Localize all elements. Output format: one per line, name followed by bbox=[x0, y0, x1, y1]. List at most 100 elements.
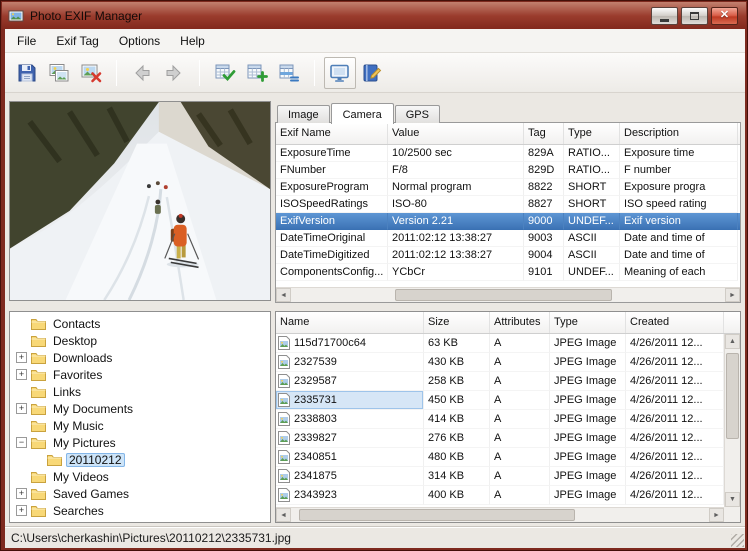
scroll-thumb[interactable] bbox=[299, 509, 575, 521]
file-row-2335731[interactable]: 2335731450 KBAJPEG Image4/26/2011 12... bbox=[276, 391, 724, 410]
scroll-up-button[interactable]: ▲ bbox=[725, 334, 740, 349]
tree-expander-expanded[interactable]: − bbox=[16, 437, 27, 448]
tree-expander-collapsed[interactable]: + bbox=[16, 352, 27, 363]
remove-exif-button[interactable] bbox=[75, 57, 107, 89]
scroll-left-button[interactable]: ◄ bbox=[276, 508, 291, 522]
tree-item-my-pictures[interactable]: − My Pictures bbox=[10, 434, 270, 451]
tree-item-searches[interactable]: + Searches bbox=[10, 502, 270, 519]
tab-strip: ImageCameraGPS bbox=[277, 101, 441, 123]
file-table-header: NameSizeAttributesTypeCreated bbox=[276, 312, 740, 334]
file-cell-attributes: A bbox=[490, 391, 550, 410]
exif-column-header-exif-name[interactable]: Exif Name bbox=[276, 123, 388, 144]
folder-tree: Contacts Desktop+ Downloads+ Favorites L… bbox=[9, 311, 271, 523]
exif-table-row[interactable]: ExposureTime10/2500 sec829ARATIO...Expos… bbox=[276, 145, 740, 162]
next-photo-button[interactable] bbox=[158, 57, 190, 89]
menu-item-exif-tag[interactable]: Exif Tag bbox=[46, 29, 108, 52]
file-row-2341875[interactable]: 2341875314 KBAJPEG Image4/26/2011 12... bbox=[276, 467, 724, 486]
tree-item-saved-games[interactable]: + Saved Games bbox=[10, 485, 270, 502]
file-row-2343923[interactable]: 2343923400 KBAJPEG Image4/26/2011 12... bbox=[276, 486, 724, 505]
tree-item-contacts[interactable]: Contacts bbox=[10, 315, 270, 332]
exif-table-row[interactable]: DateTimeDigitized2011:02:12 13:38:279004… bbox=[276, 247, 740, 264]
exif-table-header: Exif NameValueTagTypeDescription bbox=[276, 123, 740, 145]
scroll-left-button[interactable]: ◄ bbox=[276, 288, 291, 302]
viewer-button[interactable] bbox=[324, 57, 356, 89]
exif-cell-type: RATIO... bbox=[564, 162, 620, 179]
file-row-115d71700c64[interactable]: 115d71700c6463 KBAJPEG Image4/26/2011 12… bbox=[276, 334, 724, 353]
exif-cell-tag: 9101 bbox=[524, 264, 564, 281]
scroll-track[interactable] bbox=[291, 508, 709, 522]
exif-column-header-type[interactable]: Type bbox=[564, 123, 620, 144]
title-bar[interactable]: Photo EXIF Manager ✕ bbox=[2, 2, 746, 29]
scroll-track[interactable] bbox=[291, 288, 725, 302]
tree-item-my-music[interactable]: My Music bbox=[10, 417, 270, 434]
tree-item-downloads[interactable]: + Downloads bbox=[10, 349, 270, 366]
scroll-thumb[interactable] bbox=[726, 353, 739, 439]
file-column-header-type[interactable]: Type bbox=[550, 312, 626, 333]
file-column-header-attributes[interactable]: Attributes bbox=[490, 312, 550, 333]
exif-table-row[interactable]: ExposureProgramNormal program8822SHORTEx… bbox=[276, 179, 740, 196]
file-table-body: 115d71700c6463 KBAJPEG Image4/26/2011 12… bbox=[276, 334, 724, 507]
tree-expander-collapsed[interactable]: + bbox=[16, 505, 27, 516]
help-button[interactable] bbox=[356, 57, 388, 89]
exif-hscrollbar[interactable]: ◄ ► bbox=[276, 287, 740, 302]
exif-cell-type: ASCII bbox=[564, 230, 620, 247]
tree-expander-collapsed[interactable]: + bbox=[16, 369, 27, 380]
scroll-right-button[interactable]: ► bbox=[709, 508, 724, 522]
exif-cell-tag: 9000 bbox=[524, 213, 564, 230]
maximize-button[interactable] bbox=[681, 7, 708, 25]
resize-grip[interactable] bbox=[731, 534, 744, 547]
previous-photo-button[interactable] bbox=[126, 57, 158, 89]
tree-item-links[interactable]: Links bbox=[10, 383, 270, 400]
menu-item-options[interactable]: Options bbox=[109, 29, 170, 52]
caption-buttons: ✕ bbox=[651, 7, 738, 25]
tab-image[interactable]: Image bbox=[277, 105, 330, 123]
tree-item-20110212[interactable]: 20110212 bbox=[10, 451, 270, 468]
file-row-2340851[interactable]: 2340851480 KBAJPEG Image4/26/2011 12... bbox=[276, 448, 724, 467]
status-bar: C:\Users\cherkashin\Pictures\20110212\23… bbox=[5, 526, 745, 548]
scroll-thumb[interactable] bbox=[395, 289, 612, 301]
exif-column-header-description[interactable]: Description bbox=[620, 123, 738, 144]
save-exif-button[interactable] bbox=[11, 57, 43, 89]
tab-gps[interactable]: GPS bbox=[395, 105, 440, 123]
exif-column-header-tag[interactable]: Tag bbox=[524, 123, 564, 144]
file-row-2329587[interactable]: 2329587258 KBAJPEG Image4/26/2011 12... bbox=[276, 372, 724, 391]
scroll-right-button[interactable]: ► bbox=[725, 288, 740, 302]
file-column-header-size[interactable]: Size bbox=[424, 312, 490, 333]
file-row-2338803[interactable]: 2338803414 KBAJPEG Image4/26/2011 12... bbox=[276, 410, 724, 429]
menu-item-file[interactable]: File bbox=[7, 29, 46, 52]
scroll-down-button[interactable]: ▼ bbox=[725, 492, 740, 507]
file-column-header-name[interactable]: Name bbox=[276, 312, 424, 333]
jpeg-file-icon bbox=[278, 412, 290, 426]
minimize-button[interactable] bbox=[651, 7, 678, 25]
file-column-header-created[interactable]: Created bbox=[626, 312, 724, 333]
exif-list-button[interactable] bbox=[273, 57, 305, 89]
file-row-2327539[interactable]: 2327539430 KBAJPEG Image4/26/2011 12... bbox=[276, 353, 724, 372]
tree-item-favorites[interactable]: + Favorites bbox=[10, 366, 270, 383]
tab-camera[interactable]: Camera bbox=[331, 103, 394, 124]
scroll-track[interactable] bbox=[725, 349, 740, 492]
apply-exif-button[interactable] bbox=[209, 57, 241, 89]
tree-item-my-videos[interactable]: My Videos bbox=[10, 468, 270, 485]
exif-table-row[interactable]: FNumberF/8829DRATIO...F number bbox=[276, 162, 740, 179]
tree-expander-collapsed[interactable]: + bbox=[16, 403, 27, 414]
tree-item-label: Searches bbox=[50, 504, 107, 518]
exif-table-row[interactable]: ComponentsConfig...YCbCr9101UNDEF...Mean… bbox=[276, 264, 740, 281]
menu-item-help[interactable]: Help bbox=[170, 29, 215, 52]
exif-column-header-value[interactable]: Value bbox=[388, 123, 524, 144]
grid-check-icon bbox=[213, 61, 237, 85]
close-button[interactable]: ✕ bbox=[711, 7, 738, 25]
folder-icon bbox=[31, 385, 46, 398]
exif-table-row[interactable]: ExifVersionVersion 2.219000UNDEF...Exif … bbox=[276, 213, 740, 230]
tree-expander-collapsed[interactable]: + bbox=[16, 488, 27, 499]
file-vscrollbar[interactable]: ▲ ▼ bbox=[724, 334, 740, 507]
tree-item-desktop[interactable]: Desktop bbox=[10, 332, 270, 349]
exif-cell-value: 2011:02:12 13:38:27 bbox=[388, 230, 524, 247]
file-hscrollbar[interactable]: ◄ ► bbox=[276, 507, 724, 522]
tree-item-my-documents[interactable]: + My Documents bbox=[10, 400, 270, 417]
exif-table-row[interactable]: ISOSpeedRatingsISO-808827SHORTISO speed … bbox=[276, 196, 740, 213]
add-exif-tag-button[interactable] bbox=[241, 57, 273, 89]
file-row-2339827[interactable]: 2339827276 KBAJPEG Image4/26/2011 12... bbox=[276, 429, 724, 448]
file-cell-name: 2341875 bbox=[276, 467, 424, 486]
exif-table-row[interactable]: DateTimeOriginal2011:02:12 13:38:279003A… bbox=[276, 230, 740, 247]
copy-picture-button[interactable] bbox=[43, 57, 75, 89]
